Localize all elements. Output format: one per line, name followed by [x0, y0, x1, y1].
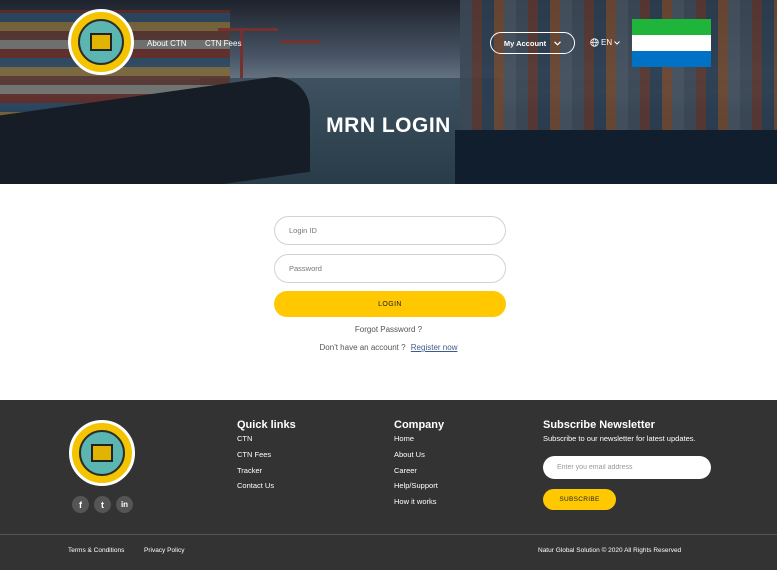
nav-ctn-fees[interactable]: CTN Fees: [205, 39, 241, 48]
footer-divider: [0, 534, 777, 535]
quick-link-tracker[interactable]: Tracker: [237, 466, 262, 475]
newsletter-title: Subscribe Newsletter: [543, 419, 655, 431]
chevron-down-icon: [614, 40, 620, 45]
company-link-help[interactable]: Help/Support: [394, 481, 438, 490]
twitter-icon[interactable]: t: [94, 496, 111, 513]
quick-link-contact[interactable]: Contact Us: [237, 481, 274, 490]
nav-about-ctn[interactable]: About CTN: [147, 39, 187, 48]
company-link-how-it-works[interactable]: How it works: [394, 497, 437, 506]
register-link[interactable]: Register now: [411, 343, 458, 352]
newsletter-email-input[interactable]: [543, 456, 711, 479]
register-prompt: Don't have an account ? Register now: [0, 343, 777, 352]
page-title: MRN LOGIN: [326, 114, 451, 137]
company-title: Company: [394, 419, 445, 431]
company-link-career[interactable]: Career: [394, 466, 417, 475]
privacy-link[interactable]: Privacy Policy: [144, 547, 184, 554]
spa-logo[interactable]: [68, 9, 134, 75]
linkedin-icon[interactable]: in: [116, 496, 133, 513]
my-account-button[interactable]: My Account: [490, 32, 575, 54]
no-account-text: Don't have an account ?: [319, 343, 406, 352]
chevron-down-icon: [554, 40, 562, 46]
forgot-password-link: Forgot Password ?: [0, 325, 777, 334]
facebook-icon[interactable]: f: [72, 496, 89, 513]
subscribe-button[interactable]: SUBSCRIBE: [543, 489, 616, 510]
terms-link[interactable]: Terms & Conditions: [68, 547, 124, 554]
quick-link-ctn[interactable]: CTN: [237, 434, 252, 443]
quick-link-ctn-fees[interactable]: CTN Fees: [237, 450, 271, 459]
globe-icon: [590, 38, 599, 47]
copyright-text: Natur Global Solution © 2020 All Rights …: [538, 547, 682, 554]
company-link-about[interactable]: About Us: [394, 450, 425, 459]
language-selector[interactable]: EN: [590, 38, 620, 47]
newsletter-subtitle: Subscribe to our newsletter for latest u…: [543, 434, 696, 443]
footer-logo: [69, 420, 135, 486]
login-id-input[interactable]: [274, 216, 506, 245]
login-button[interactable]: LOGIN: [274, 291, 506, 317]
company-link-home[interactable]: Home: [394, 434, 414, 443]
my-account-label: My Account: [503, 38, 547, 48]
sierra-leone-flag: [632, 19, 711, 67]
page: About CTN CTN Fees My Account EN MRN LOG…: [0, 0, 777, 570]
forgot-password-text[interactable]: Forgot Password ?: [355, 325, 422, 334]
language-label: EN: [601, 38, 613, 47]
quick-links-title: Quick links: [237, 419, 296, 431]
password-input[interactable]: [274, 254, 506, 283]
